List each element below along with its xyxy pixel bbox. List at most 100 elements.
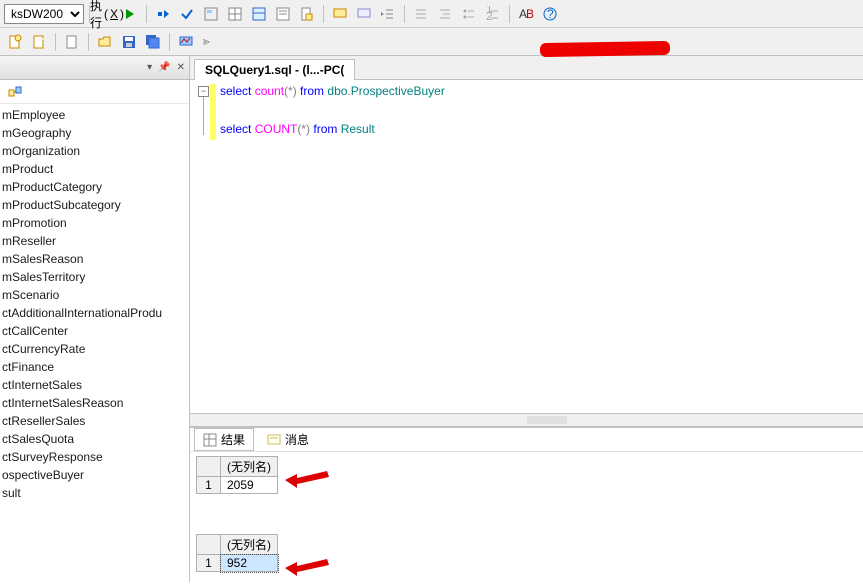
tree-item[interactable]: mPromotion: [0, 214, 189, 232]
tree-item[interactable]: ctSalesQuota: [0, 430, 189, 448]
grid-button[interactable]: [224, 3, 246, 25]
results-file-button[interactable]: [296, 3, 318, 25]
dropdown-arrow-icon[interactable]: ▾: [147, 62, 152, 73]
results-text-button[interactable]: [272, 3, 294, 25]
tree-item[interactable]: ospectiveBuyer: [0, 466, 189, 484]
result-table[interactable]: (无列名) 12059: [196, 456, 278, 494]
row-header[interactable]: 1: [197, 477, 221, 494]
result-grid-1: (无列名) 12059: [190, 452, 863, 504]
row-header[interactable]: 1: [197, 555, 221, 572]
new-doc-icon: [7, 34, 23, 50]
svg-text:?: ?: [547, 7, 554, 21]
numbers-icon: 12: [485, 6, 501, 22]
tree-item[interactable]: mEmployee: [0, 106, 189, 124]
tree-item[interactable]: ctAdditionalInternationalProdu: [0, 304, 189, 322]
toolbar-overflow[interactable]: ⪢: [199, 34, 214, 49]
check-button[interactable]: [176, 3, 198, 25]
play-icon: [122, 6, 138, 22]
uncomment-button[interactable]: [353, 3, 375, 25]
save-button[interactable]: [118, 31, 140, 53]
tree-item[interactable]: mProduct: [0, 160, 189, 178]
tree-item[interactable]: mSalesTerritory: [0, 268, 189, 286]
new-query2-button[interactable]: [28, 31, 50, 53]
column-header[interactable]: (无列名): [221, 457, 278, 477]
tree-item[interactable]: ctResellerSales: [0, 412, 189, 430]
result-cell[interactable]: 2059: [221, 477, 278, 494]
svg-text:B: B: [526, 7, 534, 21]
indent-button[interactable]: [377, 3, 399, 25]
debug-step-button[interactable]: [152, 3, 174, 25]
database-combo[interactable]: ksDW200: [4, 4, 84, 24]
tree-item[interactable]: ctFinance: [0, 358, 189, 376]
column-header[interactable]: (无列名): [221, 535, 278, 555]
change-marker: [210, 84, 216, 140]
outdent-right-button[interactable]: [434, 3, 456, 25]
tab-results[interactable]: 结果: [194, 428, 254, 451]
tree-item[interactable]: ctInternetSales: [0, 376, 189, 394]
horizontal-splitter[interactable]: [190, 413, 863, 427]
blank-doc-button[interactable]: [61, 31, 83, 53]
tree-item[interactable]: mProductCategory: [0, 178, 189, 196]
tree-item[interactable]: sult: [0, 484, 189, 502]
outdent-left-button[interactable]: [410, 3, 432, 25]
step-icon: [155, 6, 171, 22]
execute-button[interactable]: ! 执行(X): [95, 3, 117, 25]
bullets-button[interactable]: [458, 3, 480, 25]
tree-item[interactable]: mOrganization: [0, 142, 189, 160]
tree-item[interactable]: ctInternetSalesReason: [0, 394, 189, 412]
results-pane: 结果 消息 (无列名) 12059 (无列名) 1952: [190, 427, 863, 582]
results-grid-button[interactable]: [248, 3, 270, 25]
open-button[interactable]: [94, 31, 116, 53]
connect-button[interactable]: [4, 81, 26, 103]
tree-item[interactable]: mGeography: [0, 124, 189, 142]
document-tab[interactable]: SQLQuery1.sql - (l...-PC(: [194, 59, 355, 80]
toolbar-main: ksDW200 ! 执行(X) 12 AB ?: [0, 0, 863, 28]
check-icon: [179, 6, 195, 22]
tab-messages[interactable]: 消息: [258, 428, 318, 451]
tree-item[interactable]: mScenario: [0, 286, 189, 304]
numbers-button[interactable]: 12: [482, 3, 504, 25]
code-line[interactable]: select count(*) from dbo.ProspectiveBuye…: [220, 84, 445, 100]
close-icon[interactable]: ✕: [177, 62, 185, 73]
corner-cell: [197, 457, 221, 477]
indent-icon: [380, 6, 396, 22]
tree-item[interactable]: mSalesReason: [0, 250, 189, 268]
message-icon: [267, 433, 281, 447]
play-button[interactable]: [119, 3, 141, 25]
object-explorer-header: ▾ 📌 ✕: [0, 56, 189, 80]
toolbar-separator: [55, 33, 56, 51]
splitter-thumb: [527, 416, 567, 424]
result-table[interactable]: (无列名) 1952: [196, 534, 278, 572]
code-line[interactable]: select COUNT(*) from Result: [220, 122, 375, 138]
document-tab-strip: SQLQuery1.sql - (l...-PC(: [190, 56, 863, 80]
grid-icon: [227, 6, 243, 22]
pin-icon[interactable]: 📌: [158, 62, 170, 73]
outdent2-icon: [437, 6, 453, 22]
fold-line: [203, 97, 204, 135]
tree-item[interactable]: mReseller: [0, 232, 189, 250]
font-button[interactable]: AB: [515, 3, 537, 25]
activity-button[interactable]: [175, 31, 197, 53]
result-cell[interactable]: 952: [221, 555, 278, 572]
tree-item[interactable]: ctCurrencyRate: [0, 340, 189, 358]
tree-item[interactable]: mProductSubcategory: [0, 196, 189, 214]
toolbar-separator: [88, 33, 89, 51]
bullets-icon: [461, 6, 477, 22]
help-button[interactable]: ?: [539, 3, 561, 25]
comment-button[interactable]: [329, 3, 351, 25]
new-query-button[interactable]: [4, 31, 26, 53]
save-icon: [121, 34, 137, 50]
main-area: ▾ 📌 ✕ mEmployeemGeographymOrganizationmP…: [0, 56, 863, 582]
saveall-button[interactable]: [142, 31, 164, 53]
sql-editor[interactable]: − select count(*) from dbo.ProspectiveBu…: [190, 80, 863, 413]
comment-icon: [332, 6, 348, 22]
outline-button[interactable]: [200, 3, 222, 25]
fold-toggle[interactable]: −: [198, 86, 209, 97]
tree-item[interactable]: ctCallCenter: [0, 322, 189, 340]
toolbar-separator: [404, 5, 405, 23]
svg-text:2: 2: [486, 9, 493, 22]
object-tree[interactable]: mEmployeemGeographymOrganizationmProduct…: [0, 104, 189, 582]
uncomment-icon: [356, 6, 372, 22]
tree-item[interactable]: ctSurveyResponse: [0, 448, 189, 466]
new-doc2-icon: [31, 34, 47, 50]
